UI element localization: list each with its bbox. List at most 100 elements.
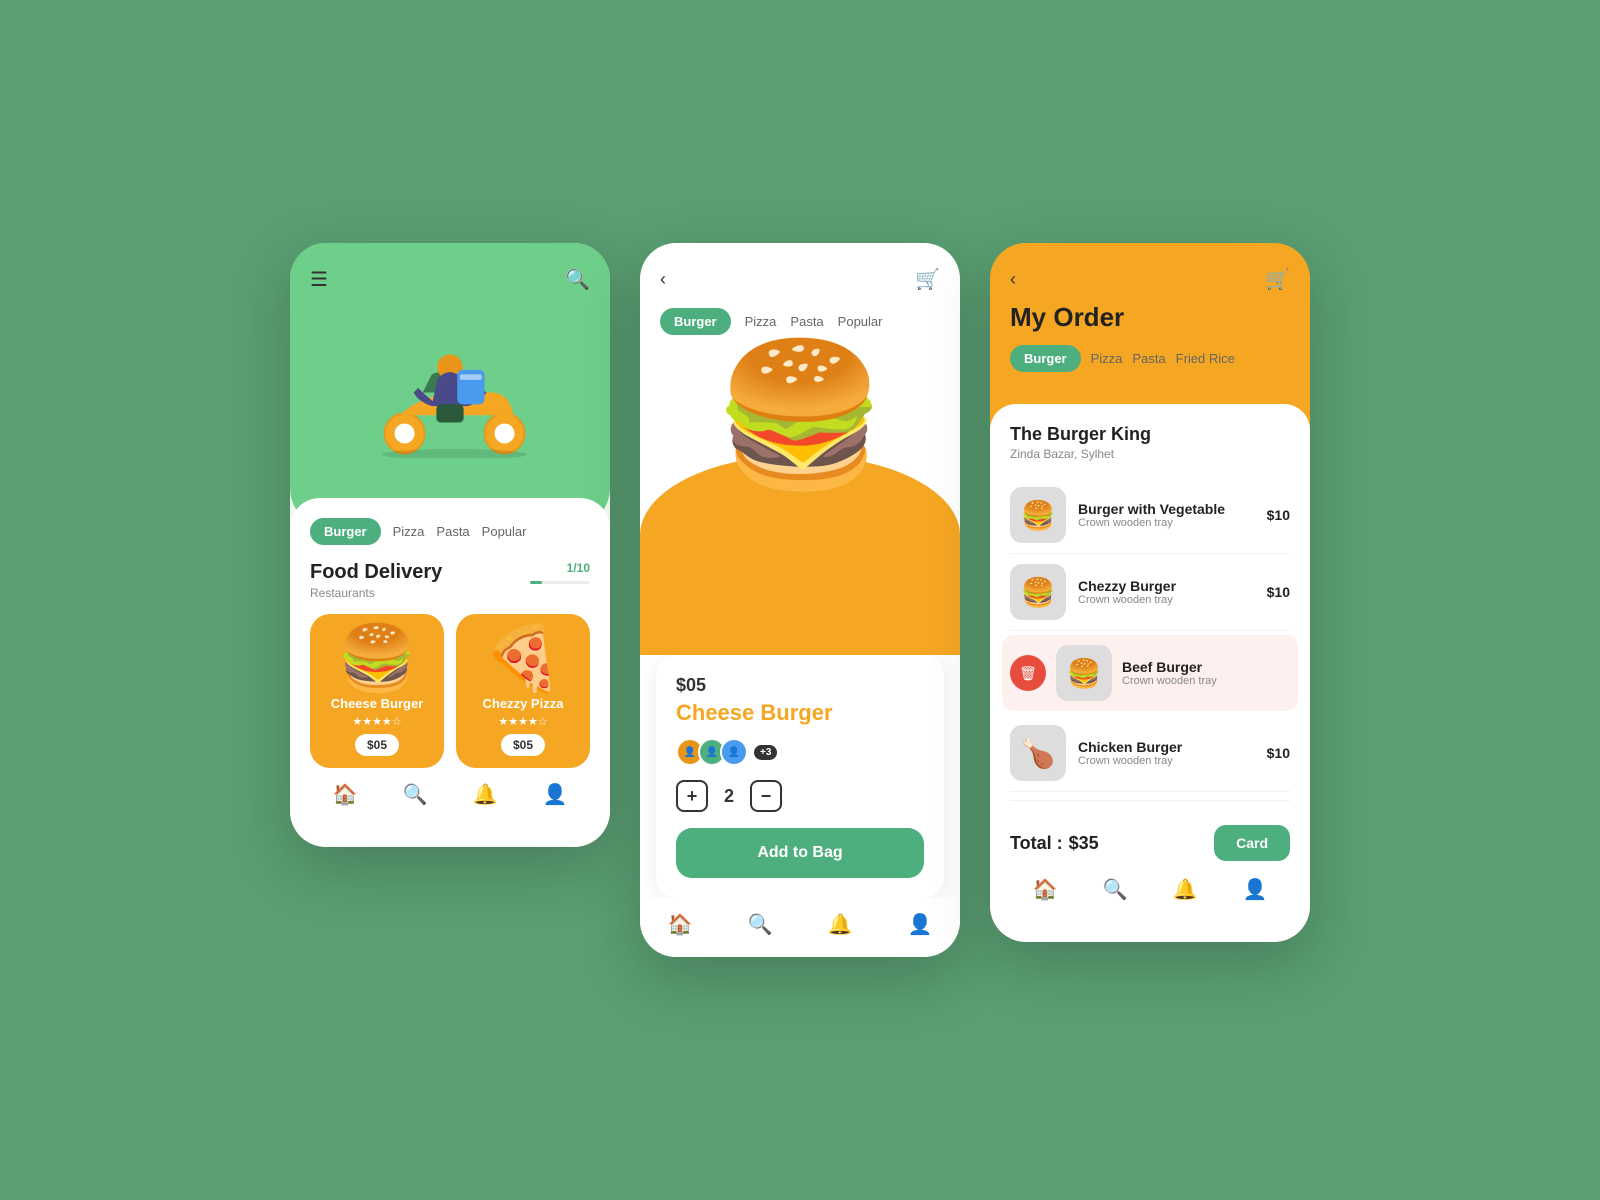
food-card-2-name: Chezzy Pizza [483,696,564,711]
order-item-1-name: Burger with Vegetable [1078,501,1255,517]
total-divider [1010,800,1290,801]
screen3-nav-home-icon[interactable]: 🏠 [1033,877,1058,902]
screen2-tab-popular[interactable]: Popular [838,314,883,329]
order-item-4: 🍗 Chicken Burger Crown wooden tray $10 [1010,715,1290,792]
delivery-illustration [310,308,590,468]
order-item-1-price: $10 [1267,507,1290,523]
order-item-1: 🍔 Burger with Vegetable Crown wooden tra… [1010,477,1290,554]
screen-2-phone: ‹ 🛒 Burger Pizza Pasta Popular 🍔 $05 Che… [640,243,960,957]
total-amount: $35 [1069,833,1099,854]
avatars-row: 👤 👤 👤 +3 [676,738,924,766]
back-button[interactable]: ‹ [660,269,666,290]
order-item-4-name: Chicken Burger [1078,739,1255,755]
food-card-1-price: $05 [355,734,399,756]
qty-increase-button[interactable]: + [676,780,708,812]
food-card-2[interactable]: 🍕 Chezzy Pizza ★★★★☆ $05 [456,614,590,768]
order-item-4-image: 🍗 [1010,725,1066,781]
progress-fill [530,581,542,584]
card-button[interactable]: Card [1214,825,1290,861]
food-card-1-name: Cheese Burger [331,696,423,711]
screen2-nav-search-icon[interactable]: 🔍 [748,912,773,937]
total-row: Total : $35 Card [1010,809,1290,861]
order-item-2-name: Chezzy Burger [1078,578,1255,594]
hamburger-icon[interactable]: ☰ [310,267,328,292]
tab-pizza[interactable]: Pizza [393,524,425,539]
screen2-nav-user-icon[interactable]: 👤 [908,912,933,937]
nav-bell-icon[interactable]: 🔔 [473,782,498,807]
screen3-nav-search-icon[interactable]: 🔍 [1103,877,1128,902]
food-card-2-price: $05 [501,734,545,756]
avatar-count: +3 [754,745,777,760]
screen-1-phone: ☰ 🔍 [290,243,610,847]
screen2-bottom-nav: 🏠 🔍 🔔 👤 [640,898,960,957]
order-item-3-image: 🍔 [1056,645,1112,701]
screens-container: ☰ 🔍 [290,243,1310,957]
order-item-3-info: Beef Burger Crown wooden tray [1122,659,1290,687]
tab-burger[interactable]: Burger [310,518,381,545]
pagination: 1/10 [530,561,590,575]
product-name: Cheese Burger [676,700,924,726]
screen3-nav-user-icon[interactable]: 👤 [1243,877,1268,902]
screen3-cart-icon[interactable]: 🛒 [1265,267,1290,292]
food-cards: 🍔 Cheese Burger ★★★★☆ $05 🍕 Chezzy Pizza… [310,614,590,768]
avatar-3: 👤 [720,738,748,766]
delete-button[interactable]: 🗑 [1010,655,1046,691]
screen2-hero: 🍔 [640,335,960,655]
search-icon[interactable]: 🔍 [565,267,590,292]
screen3-back-button[interactable]: ‹ [1010,269,1016,290]
screen2-nav-home-icon[interactable]: 🏠 [668,912,693,937]
qty-decrease-button[interactable]: − [750,780,782,812]
screen2-tab-burger[interactable]: Burger [660,308,731,335]
food-card-1-stars: ★★★★☆ [352,715,401,728]
cart-icon[interactable]: 🛒 [915,267,940,292]
order-item-2-sub: Crown wooden tray [1078,594,1255,606]
screen3-tab-pizza[interactable]: Pizza [1091,351,1123,366]
section-header: Food Delivery Restaurants 1/10 [310,561,590,600]
add-to-bag-button[interactable]: Add to Bag [676,828,924,878]
product-card: $05 Cheese Burger 👤 👤 👤 +3 + 2 − Add to … [656,655,944,898]
order-item-1-sub: Crown wooden tray [1078,517,1255,529]
category-tabs: Burger Pizza Pasta Popular [310,518,590,545]
burger-hero-image: 🍔 [680,335,920,485]
food-card-1-image: 🍔 [337,626,417,690]
order-item-1-image: 🍔 [1010,487,1066,543]
screen3-title: My Order [1010,302,1290,333]
order-item-4-sub: Crown wooden tray [1078,755,1255,767]
screen3-bottom-nav: 🏠 🔍 🔔 👤 [1010,861,1290,922]
order-item-3-name: Beef Burger [1122,659,1290,675]
screen3-topbar: ‹ 🛒 [1010,267,1290,292]
order-item-3-sub: Crown wooden tray [1122,675,1290,687]
nav-user-icon[interactable]: 👤 [543,782,568,807]
screen3-tab-friedrice[interactable]: Fried Rice [1176,351,1235,366]
order-item-3: 🗑 🍔 Beef Burger Crown wooden tray [1002,635,1298,711]
screen3-nav-bell-icon[interactable]: 🔔 [1173,877,1198,902]
screen2-nav-bell-icon[interactable]: 🔔 [828,912,853,937]
screen2-tab-pizza[interactable]: Pizza [745,314,777,329]
screen2-tab-pasta[interactable]: Pasta [790,314,823,329]
order-item-2-info: Chezzy Burger Crown wooden tray [1078,578,1255,606]
screen3-top: ‹ 🛒 My Order Burger Pizza Pasta Fried Ri… [990,243,1310,404]
product-price: $05 [676,675,924,696]
food-card-2-image: 🍕 [483,626,563,690]
screen1-bottom-nav: 🏠 🔍 🔔 👤 [310,768,590,827]
order-item-1-info: Burger with Vegetable Crown wooden tray [1078,501,1255,529]
progress-bar [530,581,590,584]
order-item-2-price: $10 [1267,584,1290,600]
quantity-row: + 2 − [676,780,924,812]
nav-home-icon[interactable]: 🏠 [333,782,358,807]
qty-value: 2 [724,786,734,807]
order-item-2: 🍔 Chezzy Burger Crown wooden tray $10 [1010,554,1290,631]
screen2-topbar: ‹ 🛒 [640,243,960,308]
food-card-1[interactable]: 🍔 Cheese Burger ★★★★☆ $05 [310,614,444,768]
nav-search-icon[interactable]: 🔍 [403,782,428,807]
screen2-category-tabs: Burger Pizza Pasta Popular [640,308,960,335]
food-card-2-stars: ★★★★☆ [498,715,547,728]
order-item-4-info: Chicken Burger Crown wooden tray [1078,739,1255,767]
tab-pasta[interactable]: Pasta [436,524,469,539]
screen1-topbar: ☰ 🔍 [310,267,590,292]
screen3-tab-burger[interactable]: Burger [1010,345,1081,372]
tab-popular[interactable]: Popular [482,524,527,539]
screen3-content: The Burger King Zinda Bazar, Sylhet 🍔 Bu… [990,404,1310,942]
screen3-tab-pasta[interactable]: Pasta [1132,351,1165,366]
section-title: Food Delivery [310,561,442,584]
